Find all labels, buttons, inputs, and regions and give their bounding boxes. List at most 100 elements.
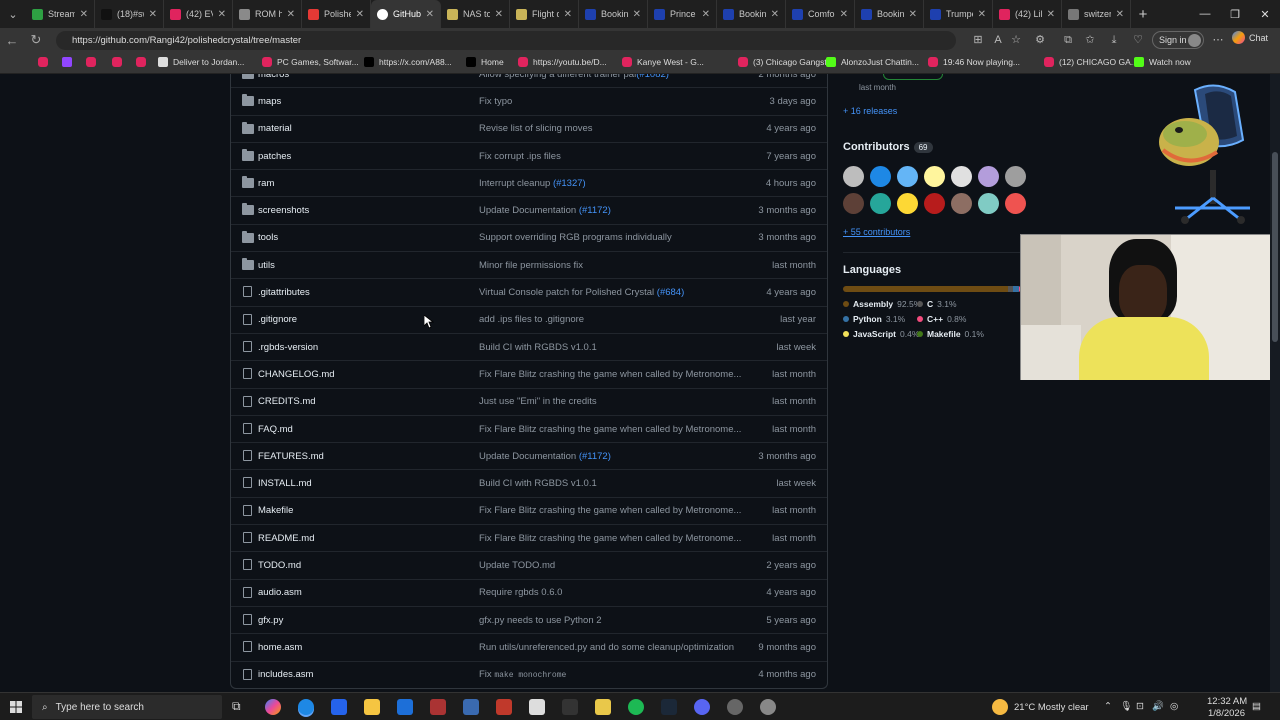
file-name-link[interactable]: home.asm [258, 642, 302, 653]
contributors-link[interactable]: + 55 contributors [843, 227, 910, 237]
app-icon-8[interactable] [760, 699, 776, 715]
language-item[interactable]: Python 3.1% [843, 314, 905, 324]
taskbar-search-input[interactable]: ⌕ Type here to search [32, 695, 222, 719]
tab-close-icon[interactable]: ✕ [564, 9, 572, 20]
tab-close-icon[interactable]: ✕ [1116, 9, 1124, 20]
steam-icon[interactable] [661, 699, 677, 715]
browser-tab[interactable]: GitHub ✕ [371, 0, 441, 28]
language-item[interactable]: Makefile 0.1% [917, 329, 984, 339]
file-row[interactable]: includes.asm Fix make monochrome 4 months … [231, 660, 827, 688]
file-name-link[interactable]: .gitattributes [258, 287, 310, 298]
app-available-icon[interactable]: ⊞ [970, 32, 986, 48]
file-row[interactable]: Makefile Fix Flare Blitz crashing the gam… [231, 496, 827, 524]
file-row[interactable]: .gitattributes Virtual Console patch for … [231, 278, 827, 305]
file-name-link[interactable]: FEATURES.md [258, 451, 324, 462]
bookmark-item[interactable]: Kanye West - G... [622, 57, 704, 67]
tab-close-icon[interactable]: ✕ [978, 9, 986, 20]
app-icon-2[interactable] [463, 699, 479, 715]
commit-message-link[interactable]: Minor file permissions fix [479, 260, 583, 271]
file-name-link[interactable]: .rgbds-version [258, 342, 318, 353]
app-icon-3[interactable] [496, 699, 512, 715]
edge-taskbar-icon[interactable] [298, 699, 314, 715]
pull-request-link[interactable]: (#1082) [636, 74, 669, 80]
split-screen-icon[interactable]: ⧉ [1060, 32, 1076, 48]
pull-request-link[interactable]: (#1327) [553, 178, 586, 189]
pull-request-link[interactable]: (#1172) [579, 205, 611, 216]
browser-tab[interactable]: Polished ✕ [302, 0, 371, 28]
app-icon-7[interactable] [727, 699, 743, 715]
file-name-link[interactable]: gfx.py [258, 615, 283, 626]
bookmark-item[interactable] [62, 57, 72, 67]
file-name-link[interactable]: includes.asm [258, 669, 313, 680]
copilot-chat-button[interactable]: Chat [1232, 31, 1268, 44]
file-name-link[interactable]: macros [258, 74, 289, 80]
browser-essentials-icon[interactable]: ♡ [1130, 32, 1146, 48]
bookmark-item[interactable] [86, 57, 96, 67]
pull-request-link[interactable]: (#684) [657, 287, 684, 298]
file-row[interactable]: ram Interrupt cleanup (#1327) 4 hours ago [231, 169, 827, 196]
file-name-link[interactable]: CREDITS.md [258, 396, 316, 407]
tab-close-icon[interactable]: ✕ [771, 9, 779, 20]
tab-close-icon[interactable]: ✕ [80, 9, 88, 20]
bookmark-item[interactable]: AlonzoJust Chattin... [826, 57, 919, 67]
tab-close-icon[interactable]: ✕ [702, 9, 710, 20]
commit-message-link[interactable]: Fix Flare Blitz crashing the game when c… [479, 505, 741, 516]
task-view-icon[interactable]: ⧉ [232, 699, 248, 715]
file-row[interactable]: material Revise list of slicing moves 4 ye… [231, 114, 827, 142]
commit-message-link[interactable]: Allow specifying a different trainer pal… [479, 74, 669, 80]
close-window-icon[interactable]: ✕ [1250, 0, 1280, 28]
file-name-link[interactable]: screenshots [258, 205, 309, 216]
tab-close-icon[interactable]: ✕ [909, 9, 917, 20]
outlook-icon[interactable] [397, 699, 413, 715]
language-item[interactable]: JavaScript 0.4% [843, 329, 919, 339]
contributors-heading[interactable]: Contributors 69 [843, 141, 933, 153]
read-aloud-icon[interactable]: A [990, 32, 1006, 48]
contributor-avatar[interactable] [843, 193, 864, 214]
browser-tab[interactable]: (42) Lil U ✕ [993, 0, 1062, 28]
browser-tab[interactable]: Comfort ✕ [786, 0, 855, 28]
commit-message-link[interactable]: Build CI with RGBDS v1.0.1 [479, 342, 597, 353]
contributor-avatar[interactable] [897, 166, 918, 187]
language-item[interactable]: Assembly 92.5% [843, 299, 921, 309]
contributor-avatar[interactable] [951, 166, 972, 187]
file-row[interactable]: FEATURES.md Update Documentation (#1172) 3… [231, 442, 827, 469]
file-name-link[interactable]: utils [258, 260, 275, 271]
favorites-icon[interactable]: ✩ [1082, 32, 1098, 48]
windows-start-icon[interactable] [10, 701, 22, 713]
commit-message-link[interactable]: Update Documentation (#1172) [479, 205, 611, 216]
file-name-link[interactable]: .gitignore [258, 314, 297, 325]
file-row[interactable]: TODO.md Update TODO.md 2 years ago [231, 551, 827, 578]
file-row[interactable]: INSTALL.md Build CI with RGBDS v1.0.1 last… [231, 469, 827, 496]
app-icon-6[interactable] [595, 699, 611, 715]
tab-close-icon[interactable]: ✕ [1047, 9, 1055, 20]
browser-tab[interactable]: Trumpet ✕ [924, 0, 993, 28]
bookmark-item[interactable]: 19:46 Now playing... [928, 57, 1020, 67]
more-menu-icon[interactable]: ⋯ [1210, 32, 1226, 48]
browser-tab[interactable]: Booking ✕ [855, 0, 924, 28]
file-name-link[interactable]: ram [258, 178, 274, 189]
commit-message-link[interactable]: Fix Flare Blitz crashing the game when c… [479, 533, 741, 544]
bookmark-item[interactable]: https://x.com/A88... [364, 57, 452, 67]
file-name-link[interactable]: FAQ.md [258, 424, 293, 435]
network-icon[interactable]: ⊡ [1136, 701, 1144, 712]
contributor-avatar[interactable] [978, 193, 999, 214]
restore-icon[interactable]: ❐ [1220, 0, 1250, 28]
file-row[interactable]: screenshots Update Documentation (#1172) 3… [231, 196, 827, 223]
commit-message-link[interactable]: Virtual Console patch for Polished Cryst… [479, 287, 684, 298]
language-item[interactable]: C++ 0.8% [917, 314, 966, 324]
file-row[interactable]: FAQ.md Fix Flare Blitz crashing the game … [231, 414, 827, 442]
file-row[interactable]: .gitignore add .ips files to .gitignore la… [231, 305, 827, 333]
app-icon-1[interactable] [430, 699, 446, 715]
file-row[interactable]: CREDITS.md Just use "Emi" in the credits l… [231, 387, 827, 415]
file-row[interactable]: home.asm Run utils/unreferenced.py and do… [231, 633, 827, 660]
file-row[interactable]: macros Allow specifying a different train… [231, 74, 827, 87]
downloads-icon[interactable]: ⤓ [1106, 32, 1122, 48]
tab-close-icon[interactable]: ✕ [287, 9, 295, 20]
language-item[interactable]: C 3.1% [917, 299, 957, 309]
commit-message-link[interactable]: add .ips files to .gitignore [479, 314, 584, 325]
file-row[interactable]: .rgbds-version Build CI with RGBDS v1.0.1… [231, 332, 827, 360]
file-row[interactable]: patches Fix corrupt .ips files 7 years ago [231, 141, 827, 169]
commit-message-link[interactable]: Update TODO.md [479, 560, 555, 571]
clock-date[interactable]: 1/8/2026 [1208, 708, 1245, 719]
file-name-link[interactable]: patches [258, 151, 291, 162]
